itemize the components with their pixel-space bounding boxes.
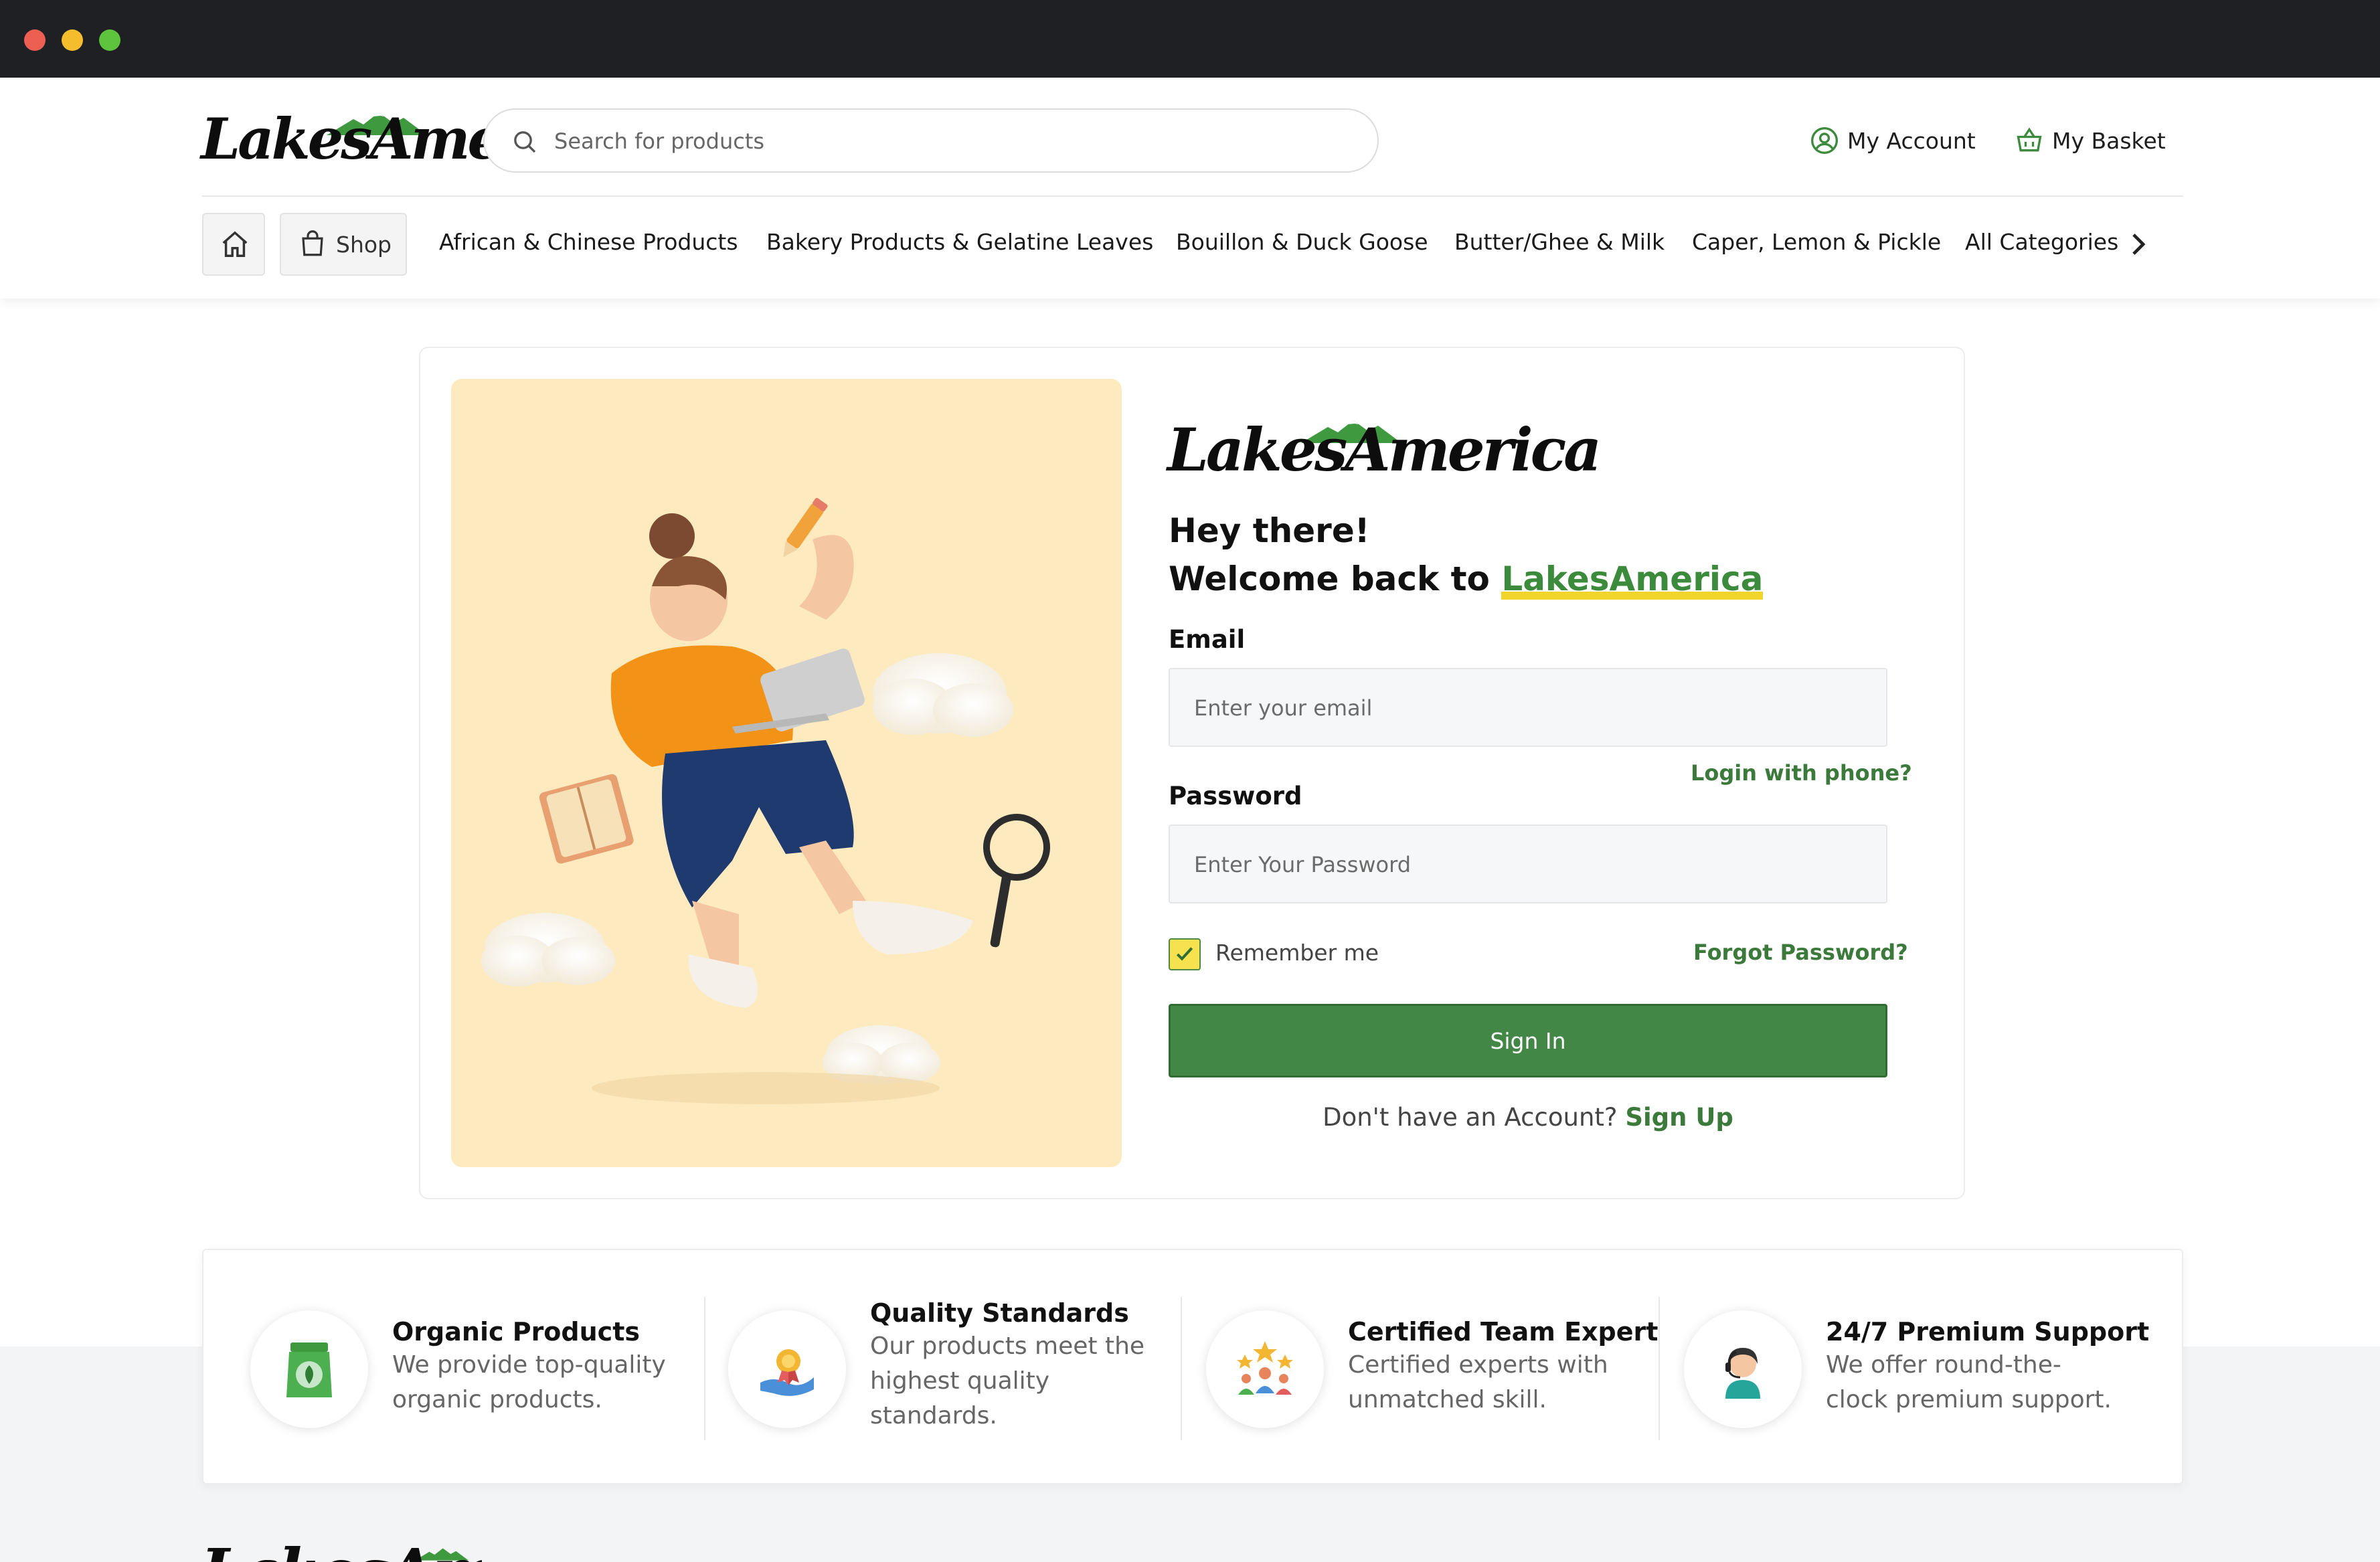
email-field[interactable]: [1169, 668, 1887, 747]
sign-up-link[interactable]: Sign Up: [1625, 1103, 1733, 1132]
feature-organic-products: Organic Products We provide top-quality …: [203, 1250, 692, 1486]
shopping-bag-icon: [302, 230, 323, 256]
feature-icon-circle: [1206, 1310, 1324, 1428]
logo-text-lakes: Lakes: [201, 106, 372, 172]
feature-title: Quality Standards: [870, 1298, 1129, 1328]
feature-icon-circle: [250, 1310, 368, 1428]
greeting-brand-name: LakesAmerica: [1501, 559, 1764, 600]
minimize-window-dot[interactable]: [62, 29, 83, 51]
email-label: Email: [1169, 625, 1246, 654]
basket-icon: [2017, 127, 2042, 152]
my-account-link[interactable]: My Account: [1810, 124, 1976, 157]
feature-icon-circle: [728, 1310, 846, 1428]
greeting-line-2: Welcome back to LakesAmerica: [1169, 559, 1764, 600]
search-icon: [514, 131, 536, 153]
remember-me-checkbox[interactable]: [1169, 938, 1201, 970]
shop-button[interactable]: Shop: [280, 213, 407, 276]
search-input[interactable]: [554, 122, 1344, 161]
feature-icon-circle: [1684, 1310, 1802, 1428]
support-agent-icon: [1725, 1348, 1760, 1399]
login-logo: LakesAmerica: [1167, 411, 1602, 491]
my-basket-link[interactable]: My Basket: [2015, 124, 2166, 157]
close-window-dot[interactable]: [24, 29, 46, 51]
logo-text-america: America: [1345, 415, 1602, 485]
email-input[interactable]: [1194, 689, 1863, 727]
feature-certified-team: Certified Team Expert Certified experts …: [1159, 1250, 1658, 1486]
feature-description: We provide top-quality organic products.: [392, 1351, 666, 1413]
feature-premium-support: 24/7 Premium Support We offer round-the-…: [1637, 1250, 2159, 1486]
search-bar[interactable]: [483, 108, 1379, 173]
password-input[interactable]: [1194, 846, 1863, 883]
header-divider: [202, 195, 2183, 197]
nav-category-bakery[interactable]: Bakery Products & Gelatine Leaves: [766, 229, 1153, 255]
home-icon: [222, 231, 248, 257]
person-with-laptop-illustration: [481, 497, 1050, 1104]
feature-description: We offer round-the-clock premium support…: [1826, 1351, 2112, 1413]
greeting-line-1: Hey there!: [1169, 511, 1370, 550]
nav-category-caper-lemon[interactable]: Caper, Lemon & Pickle: [1692, 229, 1941, 255]
password-field[interactable]: [1169, 825, 1887, 903]
my-account-label: My Account: [1847, 127, 1976, 154]
certified-team-icon: [1237, 1341, 1293, 1395]
window-titlebar: [0, 0, 2380, 78]
logo-text-america: America: [387, 1535, 482, 1562]
maximize-window-dot[interactable]: [99, 29, 120, 51]
organic-bag-icon: [286, 1342, 332, 1397]
login-illustration: [451, 379, 1122, 1167]
nav-category-bouillon[interactable]: Bouillon & Duck Goose: [1176, 229, 1428, 255]
feature-title: Certified Team Expert: [1348, 1317, 1659, 1347]
sign-in-button[interactable]: Sign In: [1169, 1004, 1887, 1077]
my-basket-label: My Basket: [2052, 127, 2166, 154]
nav-all-categories[interactable]: All Categories: [1965, 229, 2118, 255]
quality-award-icon: [760, 1349, 814, 1396]
signup-prompt: Don't have an Account? Sign Up: [1169, 1103, 1887, 1132]
forgot-password-link[interactable]: Forgot Password?: [1693, 940, 1908, 965]
shop-label: Shop: [336, 231, 392, 258]
greeting-prefix: Welcome back to: [1169, 559, 1502, 598]
feature-quality-standards: Quality Standards Our products meet the …: [681, 1250, 1170, 1486]
chevron-right-icon[interactable]: [2128, 232, 2148, 257]
nav-category-butter-ghee[interactable]: Butter/Ghee & Milk: [1454, 229, 1665, 255]
check-icon: [1176, 947, 1193, 961]
feature-title: Organic Products: [392, 1317, 640, 1347]
user-circle-icon: [1811, 127, 1838, 154]
login-with-phone-link[interactable]: Login with phone?: [1691, 760, 1912, 786]
nav-category-african-chinese[interactable]: African & Chinese Products: [439, 229, 738, 255]
logo-text-lakes: Lakes: [201, 1535, 390, 1562]
no-account-text: Don't have an Account?: [1323, 1103, 1618, 1132]
footer-logo: LakesAmerica: [201, 1529, 482, 1562]
features-strip: Organic Products We provide top-quality …: [202, 1249, 2183, 1484]
home-button[interactable]: [202, 213, 265, 276]
feature-title: 24/7 Premium Support: [1826, 1317, 2150, 1347]
site-logo[interactable]: LakesAmerica: [201, 100, 614, 181]
feature-description: Our products meet the highest quality st…: [870, 1332, 1145, 1429]
password-label: Password: [1169, 782, 1302, 810]
logo-text-lakes: Lakes: [1167, 415, 1347, 485]
remember-me-label[interactable]: Remember me: [1215, 940, 1379, 966]
feature-description: Certified experts with unmatched skill.: [1348, 1351, 1608, 1413]
